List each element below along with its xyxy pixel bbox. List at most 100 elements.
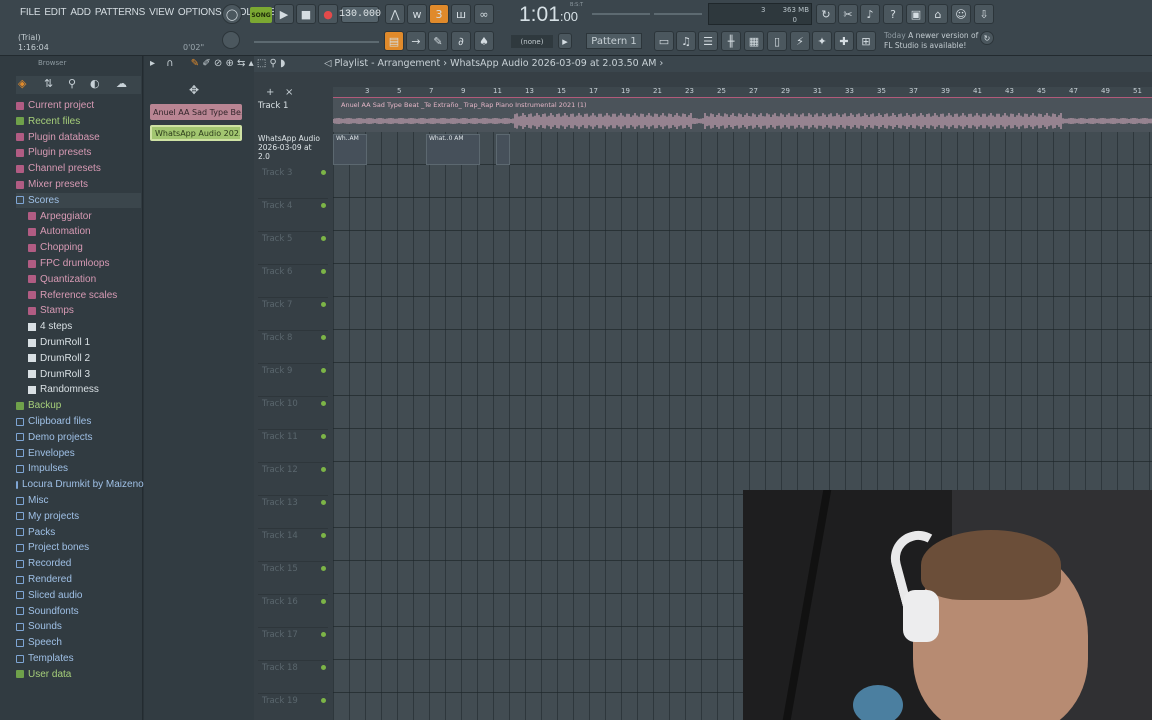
browser-item[interactable]: Recent files <box>16 114 141 129</box>
menu-edit[interactable]: EDIT <box>42 7 68 18</box>
browser-item[interactable]: Demo projects <box>16 430 141 445</box>
browser-item[interactable]: Stamps <box>28 303 141 318</box>
record-icon[interactable]: ● <box>318 4 338 24</box>
browser-item[interactable]: 4 steps <box>28 319 141 334</box>
stamp-icon[interactable]: ♠ <box>474 31 494 51</box>
track-mute-led[interactable] <box>321 599 326 604</box>
track-header[interactable]: Track 6 <box>258 265 328 298</box>
position-slider[interactable] <box>654 13 702 15</box>
picker-toggle-icon[interactable]: ✥ <box>189 83 199 97</box>
undo-icon[interactable]: ↻ <box>816 4 836 24</box>
mixer-icon[interactable]: ╫ <box>721 31 741 51</box>
select-tool-icon[interactable]: ⬚ <box>257 58 266 69</box>
track-2-header[interactable]: WhatsApp Audio 2026-03-09 at 2.0 <box>258 134 324 165</box>
browser-item[interactable]: Randomness <box>28 382 141 397</box>
draw-tool-icon[interactable]: ✎ <box>191 58 199 69</box>
timeline-ruler[interactable]: 3 5 7 9 11 13 15 17 19 21 23 25 27 29 31 33 35 37 39 41 43 45… <box>333 87 1152 98</box>
clip-source-whatsapp[interactable]: WhatsApp Audio 202... <box>150 125 242 141</box>
pattern-selector[interactable]: Pattern 1 <box>586 33 642 49</box>
song-mode-button[interactable]: SONG <box>250 7 272 23</box>
browser-item[interactable]: Rendered <box>16 572 141 587</box>
tempo-display[interactable]: 130.000 <box>339 6 381 23</box>
loop-record-icon[interactable]: ∞ <box>474 4 494 24</box>
marker-icon[interactable]: ✚ <box>834 31 854 51</box>
track-header[interactable]: Track 4 <box>258 199 328 232</box>
track-mute-led[interactable] <box>321 500 326 505</box>
track-mute-led[interactable] <box>321 236 326 241</box>
plugin-icon[interactable]: ⌂ <box>928 4 948 24</box>
countdown-icon[interactable]: 3 <box>429 4 449 24</box>
browser-item[interactable]: DrumRoll 1 <box>28 335 141 350</box>
clip-source-anuel[interactable]: Anuel AA Sad Type Be... <box>150 104 242 120</box>
metronome-icon[interactable]: ⋀ <box>385 4 405 24</box>
track-mute-led[interactable] <box>321 203 326 208</box>
audio-clip-whatsapp-1[interactable]: Wh..AM <box>333 134 367 165</box>
browser-item[interactable]: Packs <box>16 525 141 540</box>
browser-item[interactable]: Backup <box>16 398 141 413</box>
browser-item[interactable]: Recorded <box>16 556 141 571</box>
paint-tool-icon[interactable]: ✐ <box>202 58 210 69</box>
mute-tool-icon[interactable]: ⊕ <box>225 58 233 69</box>
browser-item[interactable]: Plugin database <box>16 130 141 145</box>
browser-item[interactable]: User data <box>16 667 141 682</box>
play-pattern-icon[interactable]: ▸ <box>558 33 572 49</box>
browser-item[interactable]: Scores <box>16 192 141 208</box>
plugin-picker-icon[interactable]: ⚡ <box>790 31 810 51</box>
slip-tool-icon[interactable]: ⇆ <box>237 58 245 69</box>
track-mute-led[interactable] <box>321 434 326 439</box>
cut-icon[interactable]: ✂ <box>838 4 858 24</box>
menu-patterns[interactable]: PATTERNS <box>93 7 147 18</box>
track-mute-led[interactable] <box>321 698 326 703</box>
menu-file[interactable]: FILE <box>18 7 42 18</box>
browser-item[interactable]: Quantization <box>28 272 141 287</box>
browser-item[interactable]: Envelopes <box>16 446 141 461</box>
browser-item[interactable]: Channel presets <box>16 161 141 176</box>
playback-tool-icon[interactable]: ◗ <box>280 58 285 69</box>
menu-options[interactable]: OPTIONS <box>176 7 224 18</box>
track-header[interactable]: Track 7 <box>258 298 328 331</box>
track-mute-led[interactable] <box>321 467 326 472</box>
track-header[interactable]: Track 18 <box>258 661 328 694</box>
channel-rack-icon[interactable]: ☰ <box>698 31 718 51</box>
track-mute-led[interactable] <box>321 170 326 175</box>
stop-icon[interactable]: ■ <box>296 4 316 24</box>
browser-item[interactable]: Mixer presets <box>16 177 141 192</box>
browser-item[interactable]: Sounds <box>16 619 141 634</box>
audio-clip-whatsapp-2[interactable]: What..0 AM <box>426 134 480 165</box>
browser-item[interactable]: Templates <box>16 651 141 666</box>
browser-cloud-icon[interactable]: ☁ <box>116 77 127 90</box>
browser-item[interactable]: Clipboard files <box>16 414 141 429</box>
chat-icon[interactable]: ☺ <box>951 4 971 24</box>
browser-item[interactable]: Project bones <box>16 540 141 555</box>
browser-item[interactable]: Arpeggiator <box>28 209 141 224</box>
browser-search-icon[interactable]: ⚲ <box>68 77 76 90</box>
track-mute-led[interactable] <box>321 269 326 274</box>
delete-tool-icon[interactable]: ⊘ <box>214 58 222 69</box>
help-icon[interactable]: ? <box>883 4 903 24</box>
browser-icon[interactable]: ▯ <box>767 31 787 51</box>
playlist-icon[interactable]: ▭ <box>654 31 674 51</box>
track-mute-led[interactable] <box>321 566 326 571</box>
browser-item[interactable]: Reference scales <box>28 288 141 303</box>
track-1-label[interactable]: Track 1 <box>258 101 288 111</box>
track-header[interactable]: Track 19 <box>258 694 328 720</box>
browser-options-icon[interactable]: ◈ <box>18 77 26 90</box>
master-pitch-slider[interactable] <box>592 13 650 15</box>
tempo-knob[interactable] <box>222 31 240 49</box>
browser-tag-icon[interactable]: ◐ <box>90 77 100 90</box>
track-header[interactable]: Track 5 <box>258 232 328 265</box>
master-volume-knob[interactable]: ◯ <box>222 4 242 24</box>
slice-tool-icon[interactable]: ▴ <box>249 58 254 69</box>
audio-clip-anuel[interactable]: Anuel AA Sad Type Beat _Te Extraño_ Trap… <box>333 98 1152 132</box>
close-icon[interactable]: × <box>285 87 293 98</box>
news-panel[interactable]: Today A newer version of FL Studio is av… <box>884 31 978 51</box>
track-header[interactable]: Track 14 <box>258 529 328 562</box>
news-refresh-icon[interactable]: ↻ <box>980 31 994 45</box>
browser-item[interactable]: Speech <box>16 635 141 650</box>
save-icon[interactable]: ▣ <box>906 4 926 24</box>
arrow-icon[interactable]: → <box>406 31 426 51</box>
download-icon[interactable]: ⇩ <box>974 4 994 24</box>
browser-item[interactable]: DrumRoll 2 <box>28 351 141 366</box>
track-header[interactable]: Track 10 <box>258 397 328 430</box>
track-mute-led[interactable] <box>321 368 326 373</box>
